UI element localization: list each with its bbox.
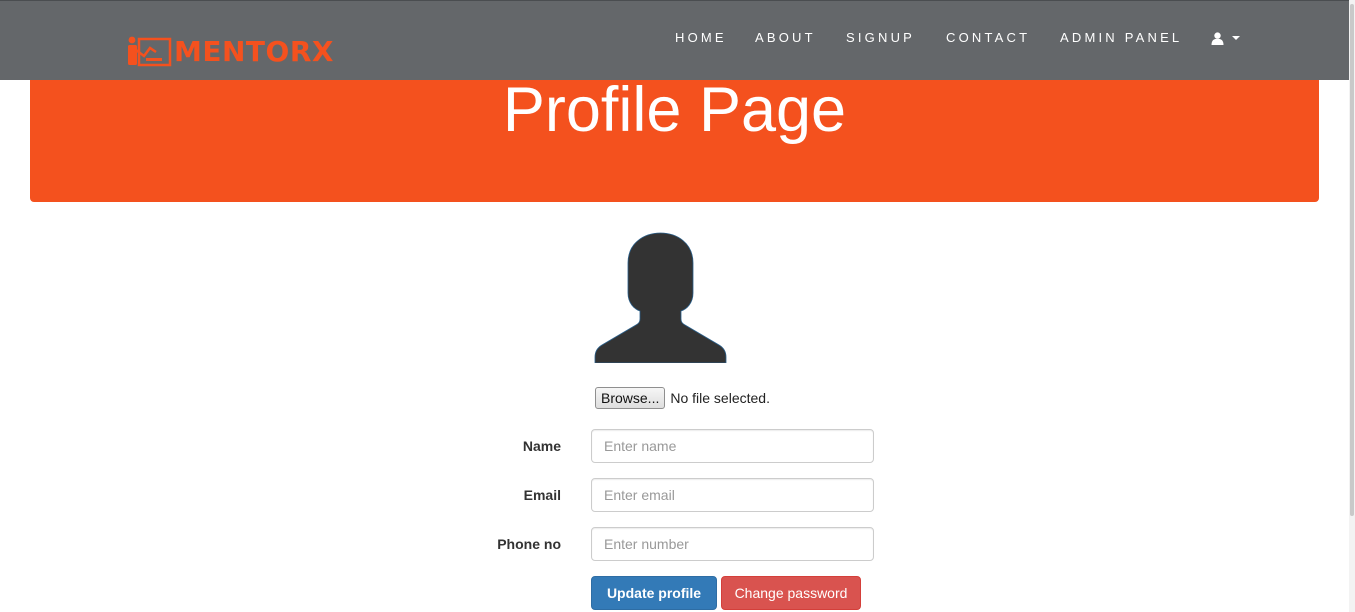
change-password-button[interactable]: Change password xyxy=(721,576,861,610)
file-status-text: No file selected. xyxy=(670,390,770,406)
browse-button[interactable]: Browse... xyxy=(595,387,666,409)
nav-about[interactable]: ABOUT xyxy=(755,29,816,47)
chevron-down-icon xyxy=(1232,36,1240,40)
nav-admin-panel[interactable]: ADMIN PANEL xyxy=(1060,29,1182,47)
mentor-logo-icon xyxy=(128,36,172,67)
scrollbar[interactable] xyxy=(1349,0,1355,612)
page: MENTORX HOME ABOUT SIGNUP CONTACT ADMIN … xyxy=(0,0,1355,612)
name-label: Name xyxy=(522,438,561,454)
update-profile-button[interactable]: Update profile xyxy=(591,576,717,610)
phone-field[interactable] xyxy=(591,527,874,561)
page-title: Profile Page xyxy=(502,75,847,145)
brand-logo[interactable]: MENTORX xyxy=(126,36,334,68)
nav-signup[interactable]: SIGNUP xyxy=(846,29,915,47)
header-banner: Profile Page xyxy=(30,75,1319,202)
nav-contact[interactable]: CONTACT xyxy=(946,29,1030,47)
avatar-file-picker: Browse... No file selected. xyxy=(595,387,770,409)
brand-name: MENTORX xyxy=(174,35,334,68)
user-icon xyxy=(1211,31,1224,45)
user-silhouette-icon xyxy=(594,232,727,363)
user-menu-dropdown[interactable] xyxy=(1211,29,1240,47)
email-field[interactable] xyxy=(591,478,874,512)
phone-label: Phone no xyxy=(497,536,561,552)
email-label: Email xyxy=(523,487,561,503)
nav-home[interactable]: HOME xyxy=(675,29,727,47)
scrollbar-thumb[interactable] xyxy=(1350,4,1354,516)
navbar: MENTORX HOME ABOUT SIGNUP CONTACT ADMIN … xyxy=(0,0,1349,80)
name-field[interactable] xyxy=(591,429,874,463)
